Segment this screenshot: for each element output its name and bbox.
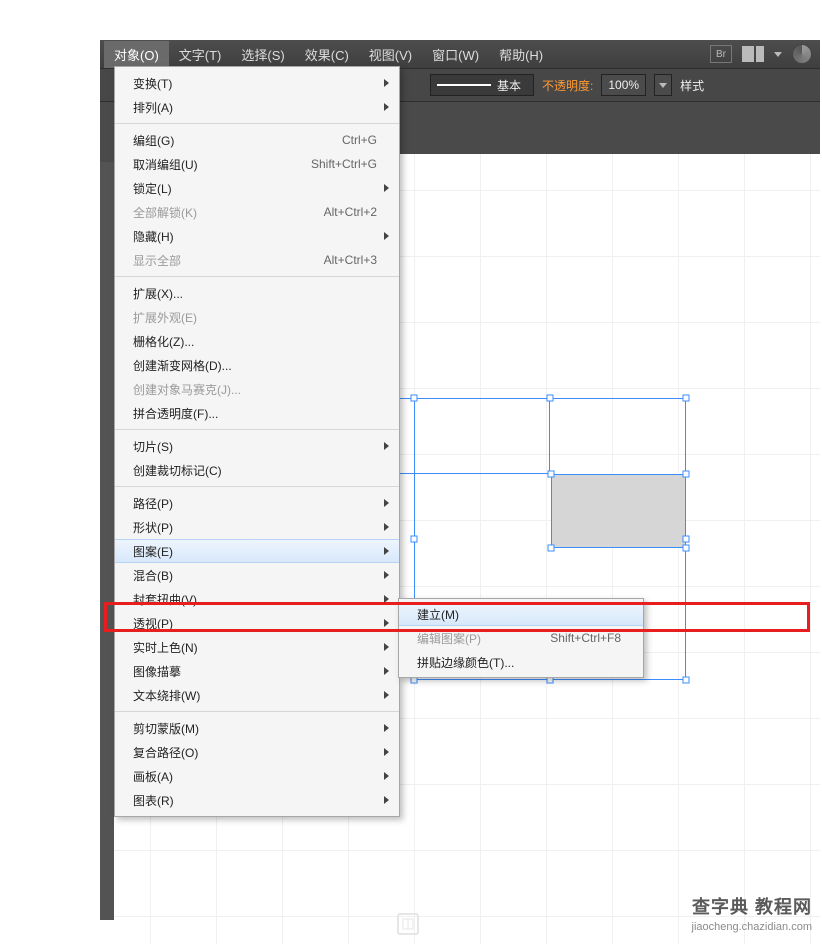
menu-window[interactable]: 窗口(W) xyxy=(422,41,489,68)
menu-envelope[interactable]: 封套扭曲(V) xyxy=(115,587,399,611)
menu-hide[interactable]: 隐藏(H) xyxy=(115,224,399,248)
chevron-down-icon xyxy=(659,83,667,88)
menu-image-trace[interactable]: 图像描摹 xyxy=(115,659,399,683)
menu-expand-appearance: 扩展外观(E) xyxy=(115,305,399,329)
watermark-center xyxy=(397,913,425,935)
menu-label: 对象(O) xyxy=(114,48,159,63)
menu-artboards[interactable]: 画板(A) xyxy=(115,764,399,788)
menu-label: 文字(T) xyxy=(179,48,222,63)
menu-expand[interactable]: 扩展(X)... xyxy=(115,281,399,305)
menu-pattern[interactable]: 图案(E) xyxy=(115,539,399,563)
menu-blend[interactable]: 混合(B) xyxy=(115,563,399,587)
stroke-preview-icon xyxy=(437,84,491,86)
submenu-tile-edge-color[interactable]: 拼贴边缘颜色(T)... xyxy=(399,650,643,674)
opacity-dropdown[interactable] xyxy=(654,74,672,96)
menu-show-all: 显示全部Alt+Ctrl+3 xyxy=(115,248,399,272)
app-frame: 对象(O) 文字(T) 选择(S) 效果(C) 视图(V) 窗口(W) 帮助(H… xyxy=(100,40,820,920)
menu-ungroup[interactable]: 取消编组(U)Shift+Ctrl+G xyxy=(115,152,399,176)
watermark-right: 查字典 教程网 jiaocheng.chazidian.com xyxy=(692,893,812,933)
menu-gradient-mesh[interactable]: 创建渐变网格(D)... xyxy=(115,353,399,377)
menu-perspective[interactable]: 透视(P) xyxy=(115,611,399,635)
menu-shape[interactable]: 形状(P) xyxy=(115,515,399,539)
menu-compound-path[interactable]: 复合路径(O) xyxy=(115,740,399,764)
bridge-icon[interactable]: Br xyxy=(710,45,732,63)
menu-help[interactable]: 帮助(H) xyxy=(489,41,553,68)
object-menu-dropdown: 变换(T) 排列(A) 编组(G)Ctrl+G 取消编组(U)Shift+Ctr… xyxy=(114,66,400,817)
menu-flatten-transparency[interactable]: 拼合透明度(F)... xyxy=(115,401,399,425)
submenu-edit-pattern: 编辑图案(P)Shift+Ctrl+F8 xyxy=(399,626,643,650)
menu-object[interactable]: 对象(O) xyxy=(104,41,169,68)
logo-icon xyxy=(397,913,419,935)
watermark-title: 查字典 教程网 xyxy=(692,893,812,919)
menubar: 对象(O) 文字(T) 选择(S) 效果(C) 视图(V) 窗口(W) 帮助(H… xyxy=(100,40,820,68)
menu-select[interactable]: 选择(S) xyxy=(231,41,294,68)
menu-crop-marks[interactable]: 创建裁切标记(C) xyxy=(115,458,399,482)
menu-rasterize[interactable]: 栅格化(Z)... xyxy=(115,329,399,353)
opacity-input[interactable]: 100% xyxy=(601,74,646,96)
layout-icon[interactable] xyxy=(742,46,764,62)
menu-transform[interactable]: 变换(T) xyxy=(115,71,399,95)
menu-live-paint[interactable]: 实时上色(N) xyxy=(115,635,399,659)
menu-clip-mask[interactable]: 剪切蒙版(M) xyxy=(115,716,399,740)
chevron-down-icon[interactable] xyxy=(774,52,782,57)
toolbar-right: Br xyxy=(710,44,816,64)
menu-view[interactable]: 视图(V) xyxy=(359,41,422,68)
menu-graph[interactable]: 图表(R) xyxy=(115,788,399,812)
opacity-value: 100% xyxy=(608,78,639,92)
menu-group[interactable]: 编组(G)Ctrl+G xyxy=(115,128,399,152)
menu-label: 视图(V) xyxy=(369,48,412,63)
pattern-submenu: 建立(M) 编辑图案(P)Shift+Ctrl+F8 拼贴边缘颜色(T)... xyxy=(398,598,644,678)
watermark-url: jiaocheng.chazidian.com xyxy=(692,921,812,933)
stroke-style-select[interactable]: 基本 xyxy=(430,74,534,96)
menu-text-wrap[interactable]: 文本绕排(W) xyxy=(115,683,399,707)
menu-label: 帮助(H) xyxy=(499,48,543,63)
menu-lock[interactable]: 锁定(L) xyxy=(115,176,399,200)
menu-slice[interactable]: 切片(S) xyxy=(115,434,399,458)
menu-label: 窗口(W) xyxy=(432,48,479,63)
sync-icon[interactable] xyxy=(792,44,812,64)
style-label: 样式 xyxy=(680,77,704,94)
menu-label: 选择(S) xyxy=(241,48,284,63)
submenu-make[interactable]: 建立(M) xyxy=(399,602,643,626)
menu-label: 效果(C) xyxy=(305,48,349,63)
menu-effect[interactable]: 效果(C) xyxy=(295,41,359,68)
menu-object-mosaic: 创建对象马赛克(J)... xyxy=(115,377,399,401)
left-toolbar xyxy=(100,102,114,162)
menu-arrange[interactable]: 排列(A) xyxy=(115,95,399,119)
opacity-label: 不透明度: xyxy=(542,77,593,94)
menu-type[interactable]: 文字(T) xyxy=(169,41,232,68)
stroke-label: 基本 xyxy=(497,77,521,94)
menu-unlock-all: 全部解锁(K)Alt+Ctrl+2 xyxy=(115,200,399,224)
menu-path[interactable]: 路径(P) xyxy=(115,491,399,515)
